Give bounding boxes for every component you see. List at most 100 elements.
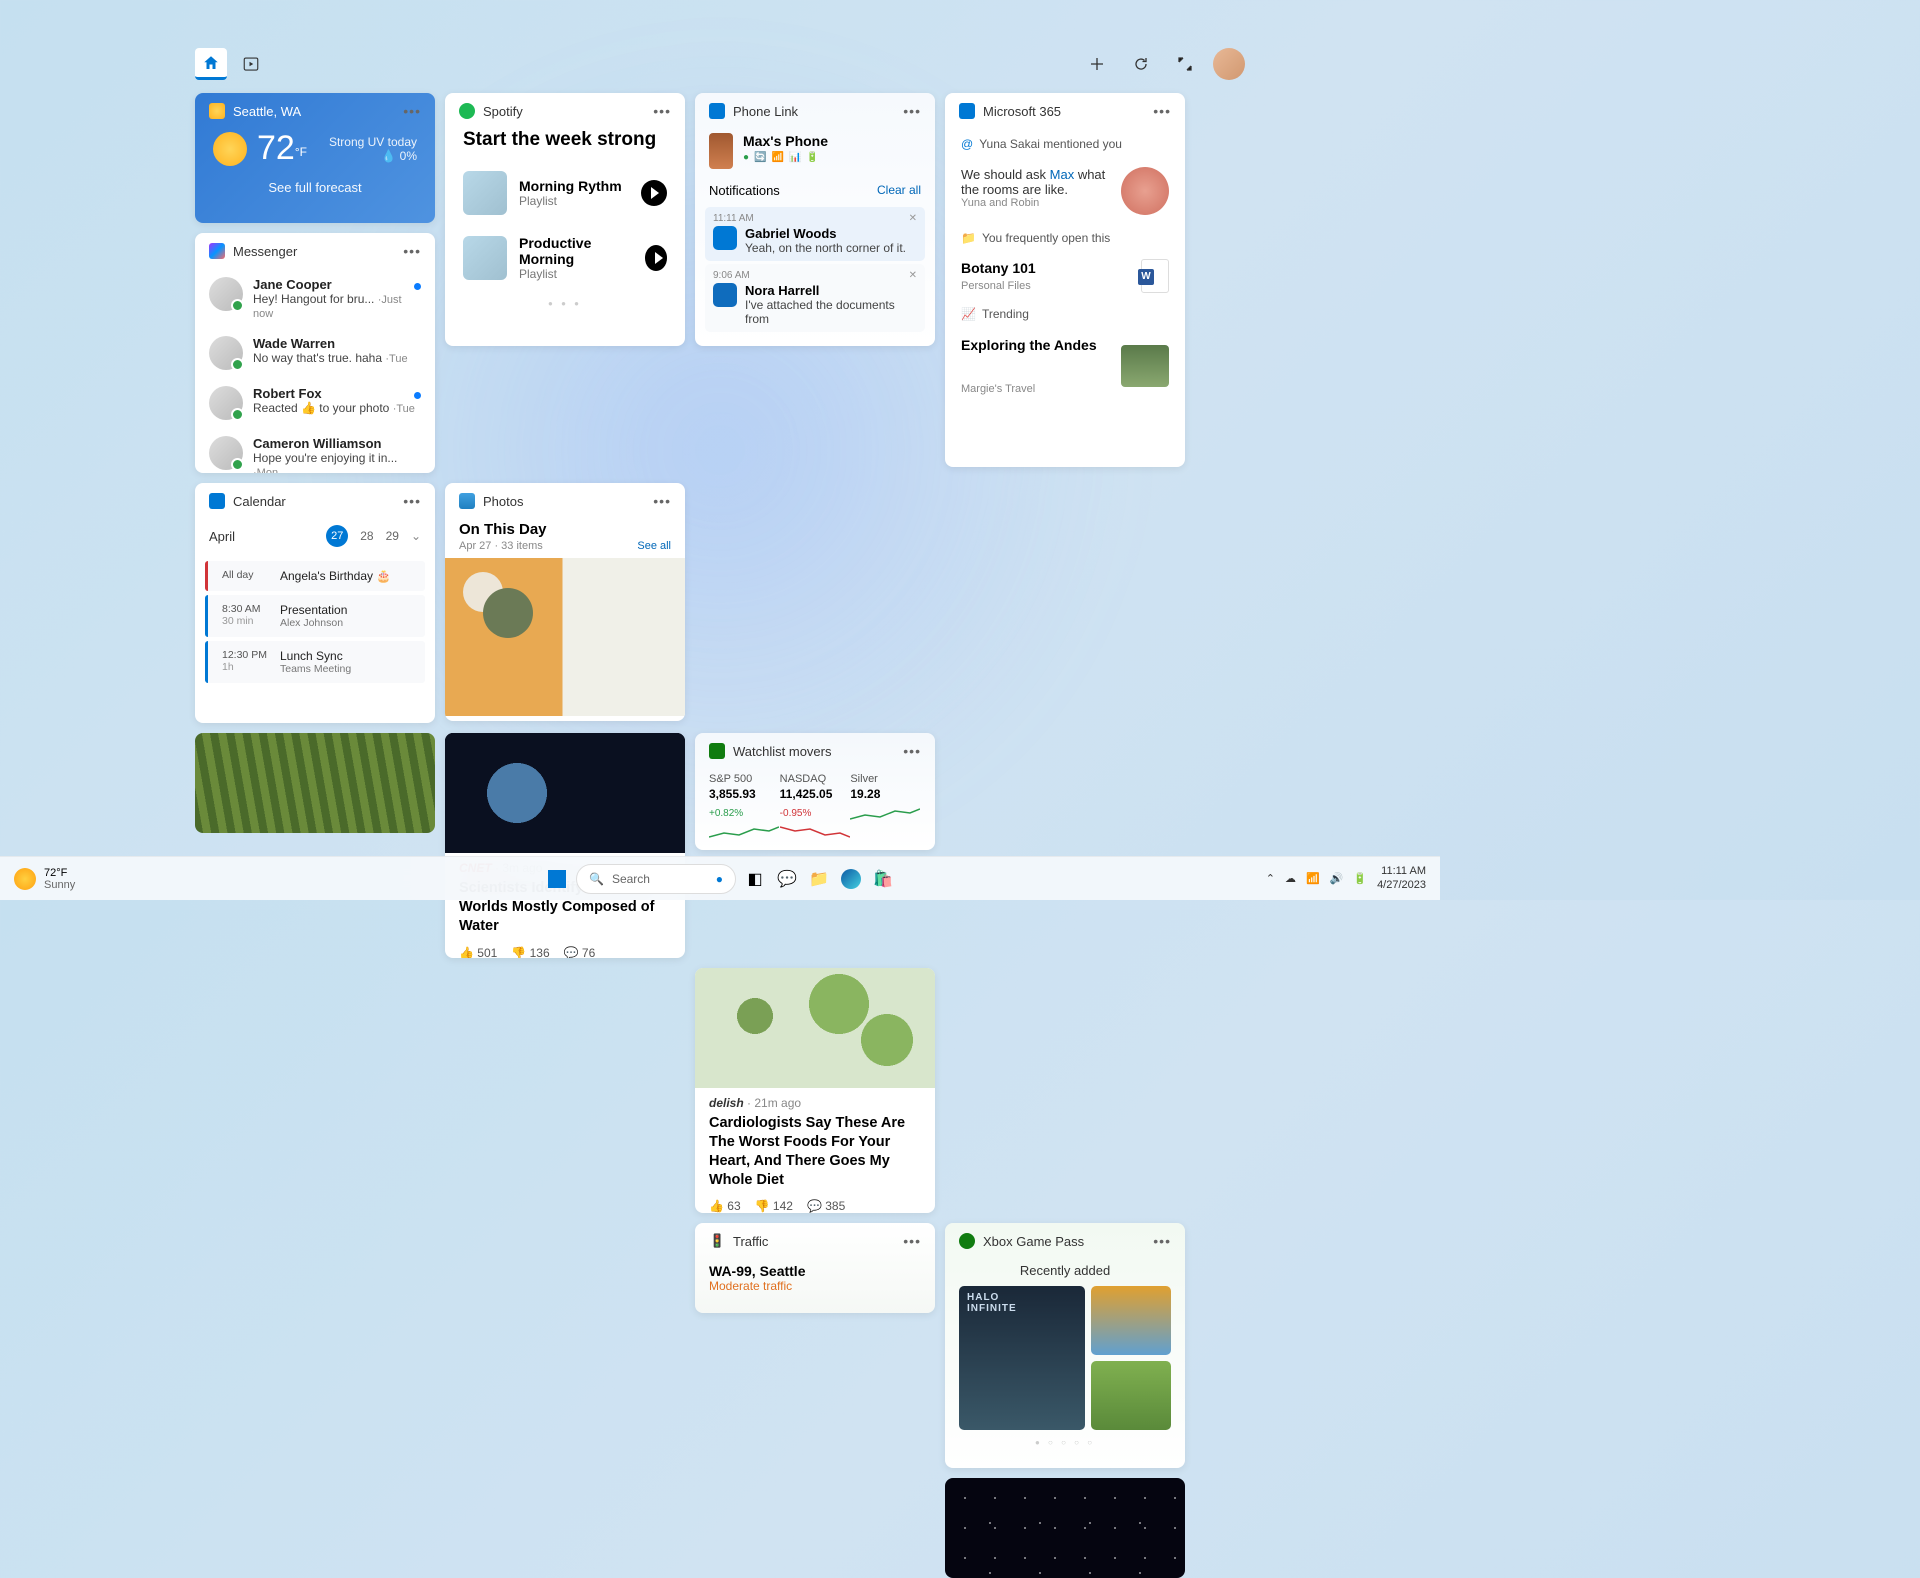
app-icon <box>713 226 737 250</box>
dislike-button[interactable]: 👎 142 <box>755 1199 793 1213</box>
stock-item[interactable]: S&P 500 3,855.93 +0.82% <box>709 769 780 845</box>
add-widget-button[interactable] <box>1081 48 1113 80</box>
weather-widget[interactable]: Seattle, WA••• 72°F Strong UV today💧 0% … <box>195 93 435 223</box>
mention-item[interactable]: We should ask Max what the rooms are lik… <box>945 159 1185 223</box>
unread-dot <box>414 283 421 290</box>
news-image-card[interactable] <box>195 733 435 833</box>
close-icon[interactable]: ✕ <box>909 270 917 281</box>
message-item[interactable]: Wade WarrenNo way that's true. haha ·Tue <box>195 328 435 378</box>
stock-item[interactable]: NASDAQ 11,425.05 -0.95% <box>780 769 851 845</box>
start-button[interactable] <box>544 866 570 892</box>
refresh-button[interactable] <box>1125 48 1157 80</box>
more-icon[interactable]: ••• <box>903 743 921 759</box>
taskbar-weather[interactable]: 72°FSunny <box>0 857 89 900</box>
album-art <box>463 236 507 280</box>
dislike-button[interactable]: 👎 136 <box>511 946 549 958</box>
store-button[interactable]: 🛍️ <box>870 866 896 892</box>
word-icon <box>1141 259 1169 293</box>
news-image-card[interactable] <box>945 1478 1185 1578</box>
temp-value: 72 <box>257 129 295 168</box>
trending-item[interactable]: Exploring the AndesMargie's Travel <box>945 329 1185 403</box>
avatar <box>209 386 243 420</box>
more-icon[interactable]: ••• <box>403 493 421 509</box>
message-item[interactable]: Robert FoxReacted 👍 to your photo ·Tue <box>195 378 435 428</box>
edge-button[interactable] <box>838 866 864 892</box>
weather-location: Seattle, WA <box>233 104 301 119</box>
phone-icon <box>709 133 733 169</box>
app-icon <box>713 283 737 307</box>
wifi-icon[interactable]: 📶 <box>1306 872 1320 885</box>
more-icon[interactable]: ••• <box>1153 103 1171 119</box>
calendar-event[interactable]: 8:30 AM30 min PresentationAlex Johnson <box>205 595 425 637</box>
playlist-item[interactable]: Productive MorningPlaylist <box>445 225 685 291</box>
more-icon[interactable]: ••• <box>653 103 671 119</box>
pagination-dots[interactable]: ● ● ● <box>445 291 685 316</box>
task-view-button[interactable]: ◧ <box>742 866 768 892</box>
stock-item[interactable]: Silver 19.28 <box>850 769 921 845</box>
chevron-up-icon[interactable]: ⌃ <box>1266 872 1275 885</box>
pagination-dots[interactable]: ● ○ ○ ○ ○ <box>945 1430 1185 1455</box>
m365-icon <box>959 103 975 119</box>
notification-item[interactable]: 9:06 AM✕ Nora HarrellI've attached the d… <box>705 264 925 332</box>
playlist-item[interactable]: Morning RythmPlaylist <box>445 161 685 225</box>
play-button[interactable] <box>641 180 667 206</box>
phone-link-widget: Phone Link••• Max's Phone ●🔄📶📊🔋 Notifica… <box>695 93 935 346</box>
traffic-widget[interactable]: 🚦Traffic••• WA-99, Seattle Moderate traf… <box>695 1223 935 1313</box>
comments-button[interactable]: 💬 385 <box>807 1199 845 1213</box>
collapse-button[interactable] <box>1169 48 1201 80</box>
messenger-icon <box>209 243 225 259</box>
see-forecast-link[interactable]: See full forecast <box>195 180 435 207</box>
file-item[interactable]: Botany 101Personal Files <box>945 253 1185 299</box>
more-icon[interactable]: ••• <box>403 243 421 259</box>
chat-button[interactable]: 💬 <box>774 866 800 892</box>
news-card-cnet[interactable]: CNET · 3m ago Scientists Identify Two Al… <box>445 733 685 958</box>
widgets-header <box>195 48 1245 80</box>
see-all-link[interactable]: See all <box>637 540 671 552</box>
clear-all-link[interactable]: Clear all <box>877 183 921 198</box>
chevron-down-icon[interactable]: ⌄ <box>411 529 421 543</box>
watchlist-widget: Watchlist movers••• S&P 500 3,855.93 +0.… <box>695 733 935 850</box>
microsoft-365-widget: Microsoft 365••• @ Yuna Sakai mentioned … <box>945 93 1185 467</box>
calendar-event[interactable]: 12:30 PM1h Lunch SyncTeams Meeting <box>205 641 425 683</box>
notification-item[interactable]: 11:11 AM✕ Gabriel WoodsYeah, on the nort… <box>705 207 925 261</box>
sun-icon <box>14 868 36 890</box>
message-item[interactable]: Jane CooperHey! Hangout for bru... ·Just… <box>195 269 435 328</box>
message-item[interactable]: Cameron WilliamsonHope you're enjoying i… <box>195 428 435 473</box>
calendar-day[interactable]: 29 <box>386 529 399 543</box>
messenger-widget: Messenger••• Jane CooperHey! Hangout for… <box>195 233 435 473</box>
explorer-button[interactable]: 📁 <box>806 866 832 892</box>
onedrive-icon[interactable]: ☁ <box>1285 872 1296 885</box>
user-avatar[interactable] <box>1213 48 1245 80</box>
news-card-delish[interactable]: delish · 21m ago Cardiologists Say These… <box>695 968 935 1213</box>
like-button[interactable]: 👍 501 <box>459 946 497 958</box>
play-button[interactable] <box>645 245 667 271</box>
album-art <box>463 171 507 215</box>
avatar <box>209 436 243 470</box>
close-icon[interactable]: ✕ <box>909 213 917 224</box>
traffic-icon: 🚦 <box>709 1233 725 1249</box>
more-icon[interactable]: ••• <box>903 1233 921 1249</box>
like-button[interactable]: 👍 63 <box>709 1199 741 1213</box>
more-icon[interactable]: ••• <box>653 493 671 509</box>
comments-button[interactable]: 💬 76 <box>564 946 596 958</box>
more-icon[interactable]: ••• <box>1153 1233 1171 1249</box>
home-tab[interactable] <box>195 48 227 80</box>
clock[interactable]: 11:11 AM4/27/2023 <box>1377 865 1426 891</box>
calendar-event[interactable]: All day Angela's Birthday 🎂 <box>205 561 425 591</box>
game-tile-minecraft[interactable] <box>1091 1361 1171 1430</box>
pagination-dots[interactable]: ● ○ ○ ○ ○ <box>695 845 935 850</box>
more-icon[interactable]: ••• <box>903 103 921 119</box>
spotify-widget: Spotify••• Start the week strong Morning… <box>445 93 685 346</box>
avatar <box>209 277 243 311</box>
game-tile-halo[interactable] <box>959 1286 1085 1430</box>
more-icon[interactable]: ••• <box>403 103 421 119</box>
entertainment-tab[interactable] <box>235 48 267 80</box>
game-tile-forza[interactable] <box>1091 1286 1171 1355</box>
photo-thumbnail[interactable] <box>445 558 685 716</box>
sun-icon <box>213 132 247 166</box>
search-box[interactable]: 🔍Search● <box>576 864 736 894</box>
volume-icon[interactable]: 🔊 <box>1330 872 1344 885</box>
calendar-day-selected[interactable]: 27 <box>326 525 348 547</box>
battery-icon[interactable]: 🔋 <box>1353 872 1367 885</box>
calendar-day[interactable]: 28 <box>360 529 373 543</box>
